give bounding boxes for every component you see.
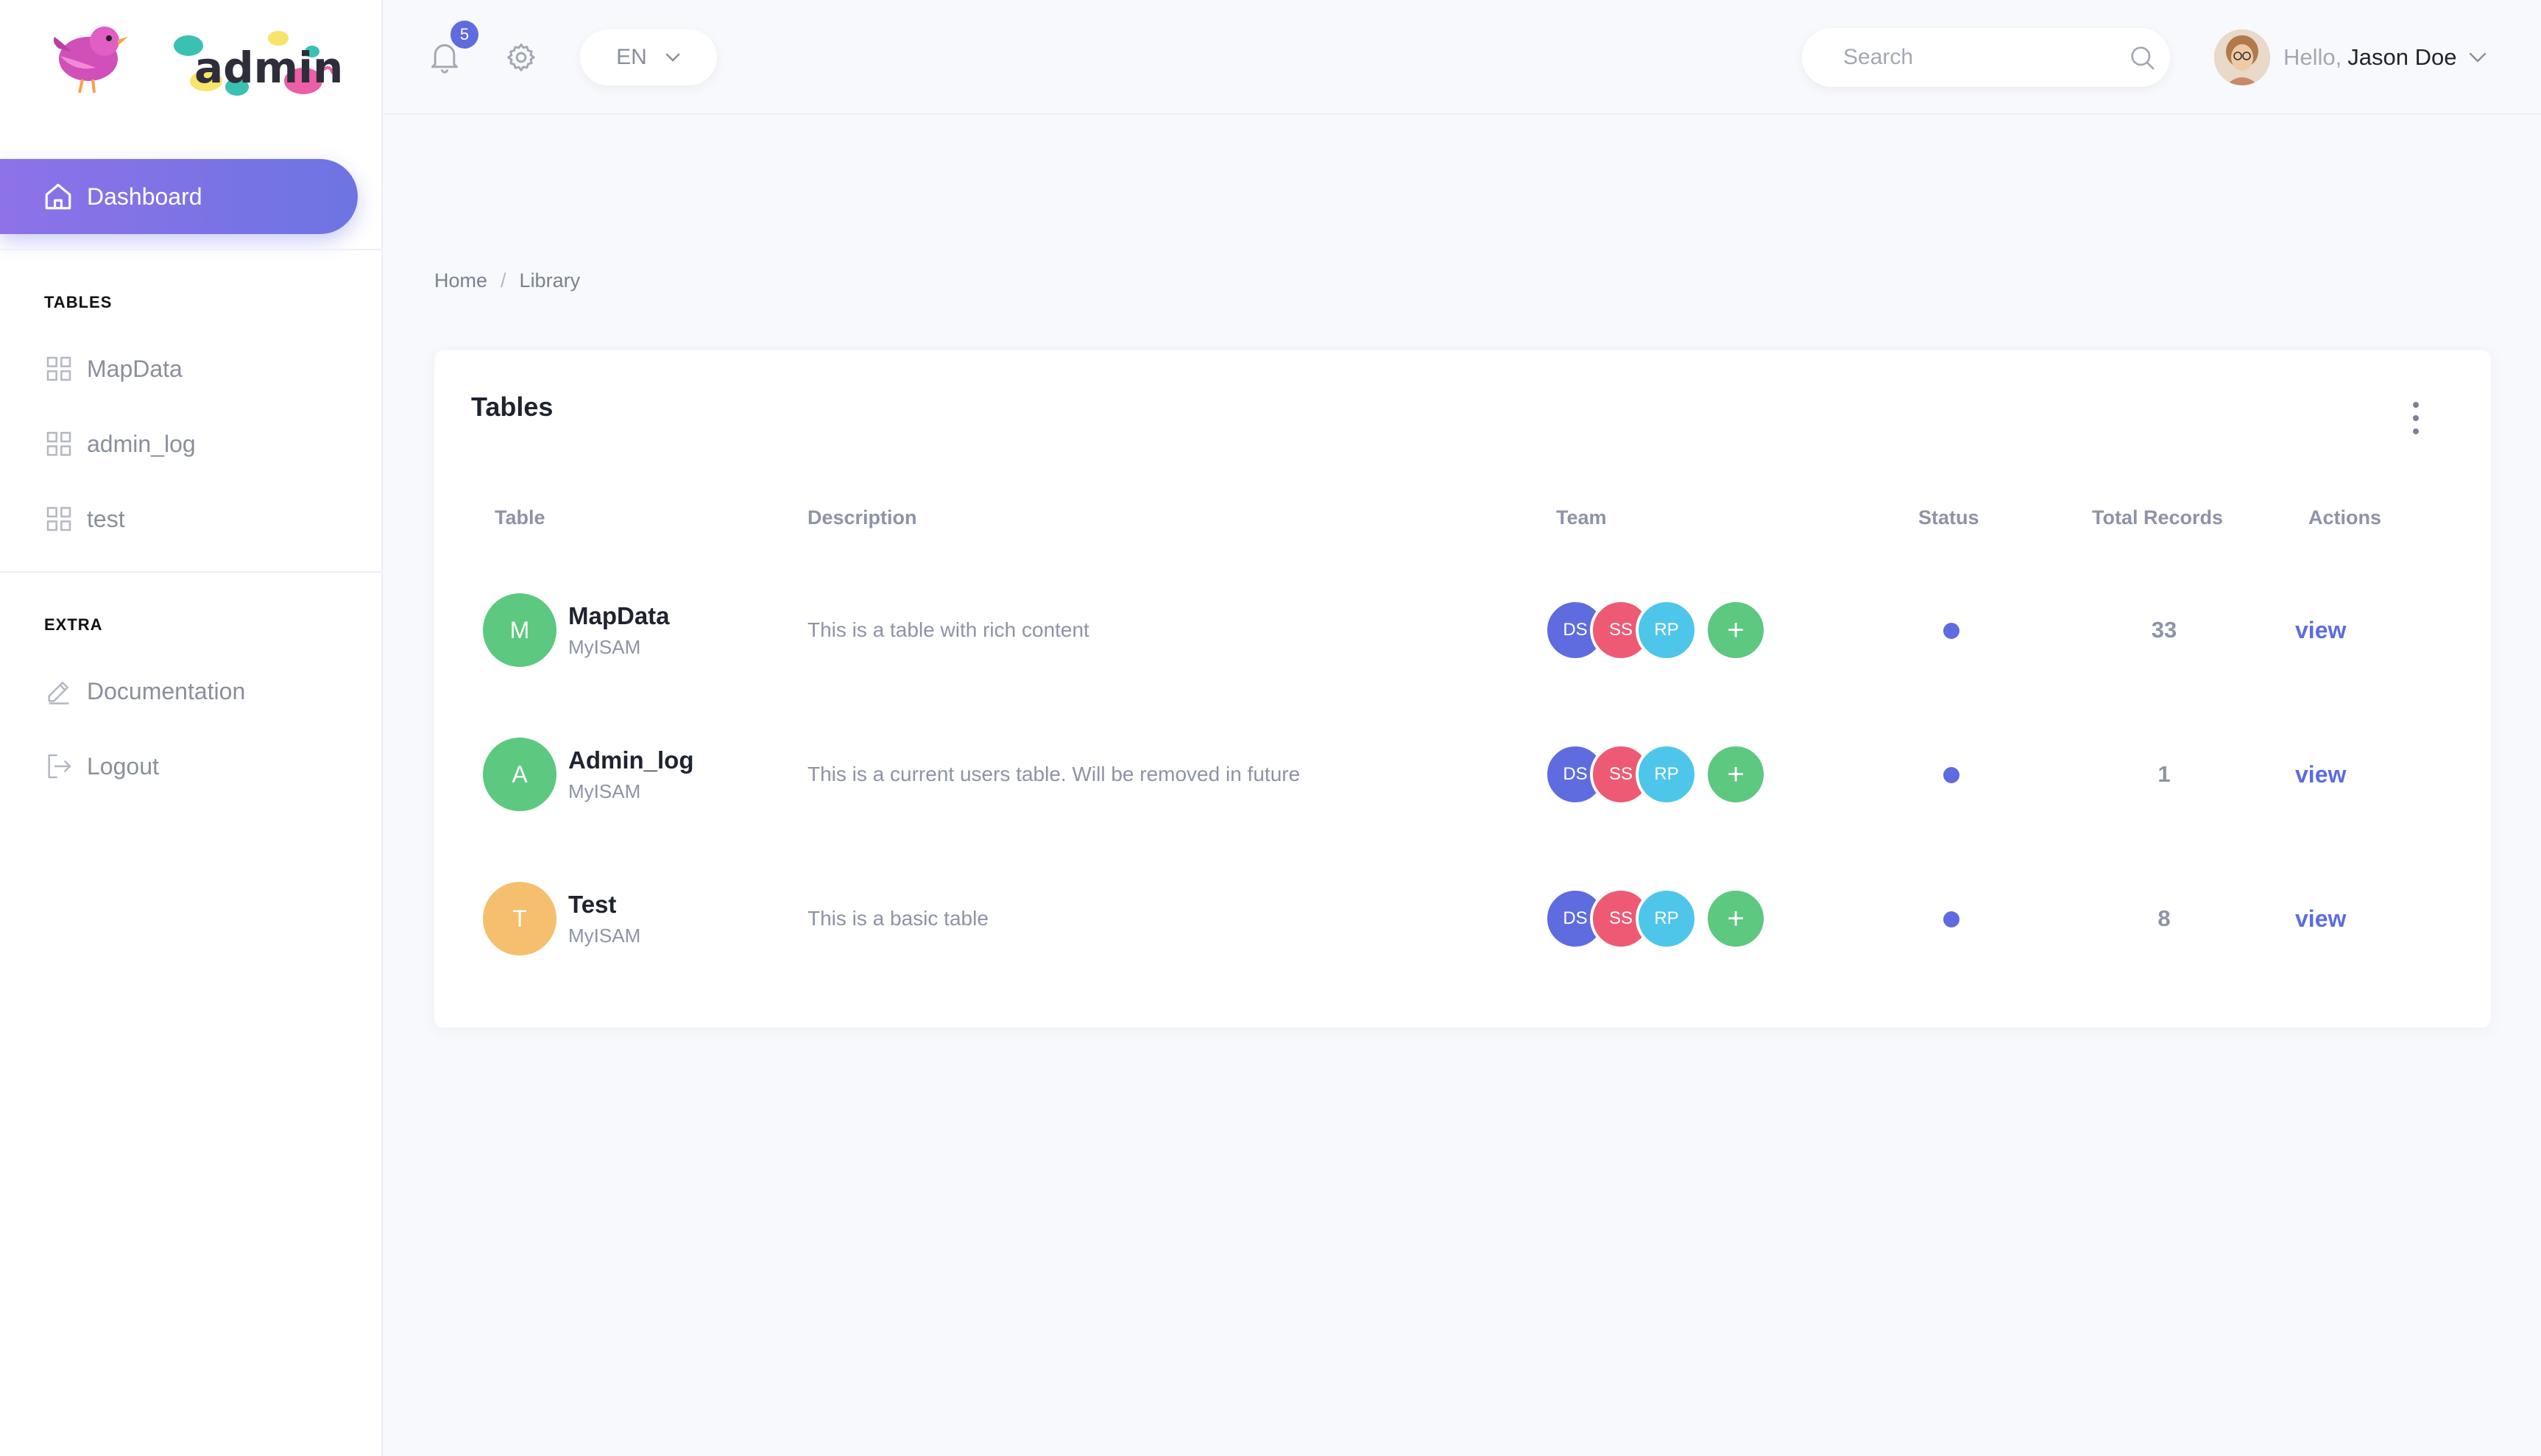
status-indicator [1943, 623, 1959, 639]
chevron-down-icon [2468, 52, 2487, 63]
table-engine: MyISAM [568, 780, 641, 802]
view-link[interactable]: view [2295, 617, 2346, 644]
table-name[interactable]: Test [568, 891, 616, 919]
table-name[interactable]: MapData [568, 602, 670, 630]
breadcrumb-separator: / [501, 269, 506, 291]
table-avatar: M [483, 593, 556, 667]
sidebar-item-label: admin_log [87, 430, 196, 457]
home-icon [43, 181, 74, 212]
column-header-status: Status [1918, 506, 1979, 529]
avatar [2214, 29, 2270, 85]
total-records: 8 [2157, 905, 2171, 931]
team-member-avatar[interactable]: RP [1636, 599, 1697, 661]
sidebar-item-label: test [87, 505, 125, 532]
table-row: T Test MyISAM This is a basic table DS S… [434, 882, 2491, 955]
table-description: This is a table with rich content [807, 618, 1089, 641]
search-icon[interactable] [2127, 43, 2157, 72]
team-member-avatar[interactable]: RP [1636, 888, 1697, 950]
column-header-table: Table [495, 506, 545, 529]
table-name[interactable]: Admin_log [568, 746, 694, 774]
team-avatars: DS SS RP + [1544, 888, 1780, 950]
add-member-button[interactable]: + [1705, 888, 1767, 950]
sidebar-item-label: Dashboard [87, 183, 202, 210]
sidebar-item-admin-log[interactable]: admin_log [44, 425, 196, 462]
breadcrumb: Home / Library [434, 269, 580, 292]
table-engine: MyISAM [568, 636, 641, 658]
sidebar-item-mapdata[interactable]: MapData [44, 350, 183, 387]
breadcrumb-home[interactable]: Home [434, 269, 487, 292]
sidebar-item-label: Logout [87, 752, 159, 780]
section-title-tables: TABLES [44, 293, 113, 311]
sidebar-item-documentation[interactable]: Documentation [44, 673, 245, 710]
table-avatar: T [483, 882, 556, 955]
brand-logo[interactable]: admin [44, 21, 368, 102]
tables-card: Tables Table Description Team Status Tot… [434, 350, 2491, 1028]
table-row: A Admin_log MyISAM This is a current use… [434, 738, 2491, 811]
more-options-icon[interactable] [2409, 402, 2423, 434]
total-records: 33 [2151, 617, 2177, 643]
grid-icon [44, 354, 74, 384]
section-title-extra: EXTRA [44, 615, 103, 634]
logout-icon [44, 752, 74, 781]
chevron-down-icon [665, 52, 681, 63]
status-indicator [1943, 911, 1959, 927]
grid-icon [44, 429, 74, 459]
language-value: EN [616, 45, 647, 69]
pencil-icon [44, 676, 74, 706]
column-header-actions: Actions [2308, 506, 2382, 529]
column-header-description: Description [807, 506, 917, 529]
column-header-total-records: Total Records [2092, 506, 2224, 529]
logo-text: admin [194, 43, 343, 93]
sidebar: admin Dashboard TABLES MapData admin_log [0, 0, 383, 1456]
topbar: 5 EN Hello, [384, 0, 2541, 115]
user-name: Jason Doe [2347, 44, 2457, 70]
column-header-team: Team [1556, 506, 1607, 529]
card-title: Tables [471, 392, 554, 422]
view-link[interactable]: view [2295, 905, 2346, 933]
search-box [1802, 28, 2170, 87]
view-link[interactable]: view [2295, 761, 2346, 788]
status-indicator [1943, 767, 1959, 783]
grid-icon [44, 504, 74, 534]
sidebar-item-dashboard[interactable]: Dashboard [0, 159, 358, 234]
table-avatar: A [483, 738, 556, 811]
sidebar-item-logout[interactable]: Logout [44, 748, 159, 785]
sidebar-item-label: Documentation [87, 677, 246, 704]
breadcrumb-library: Library [519, 269, 581, 291]
total-records: 1 [2157, 761, 2171, 787]
table-row: M MapData MyISAM This is a table with ri… [434, 593, 2491, 667]
greeting-text: Hello, [2283, 44, 2342, 70]
team-member-avatar[interactable]: RP [1636, 743, 1697, 805]
bird-mascot-icon [53, 26, 128, 93]
add-member-button[interactable]: + [1705, 743, 1767, 805]
sidebar-divider [0, 249, 383, 250]
user-menu[interactable]: Hello, Jason Doe [2214, 29, 2487, 85]
add-member-button[interactable]: + [1705, 599, 1767, 661]
table-description: This is a basic table [807, 907, 989, 930]
table-description: This is a current users table. Will be r… [807, 763, 1301, 785]
sidebar-item-test[interactable]: test [44, 501, 125, 537]
notification-badge: 5 [450, 21, 478, 49]
team-avatars: DS SS RP + [1544, 743, 1780, 805]
search-input[interactable] [1843, 45, 2127, 70]
language-select[interactable]: EN [580, 29, 717, 85]
sidebar-item-label: MapData [87, 355, 183, 382]
table-engine: MyISAM [568, 925, 641, 947]
gear-icon[interactable] [505, 41, 537, 74]
sidebar-divider [0, 571, 383, 573]
team-avatars: DS SS RP + [1544, 599, 1780, 661]
